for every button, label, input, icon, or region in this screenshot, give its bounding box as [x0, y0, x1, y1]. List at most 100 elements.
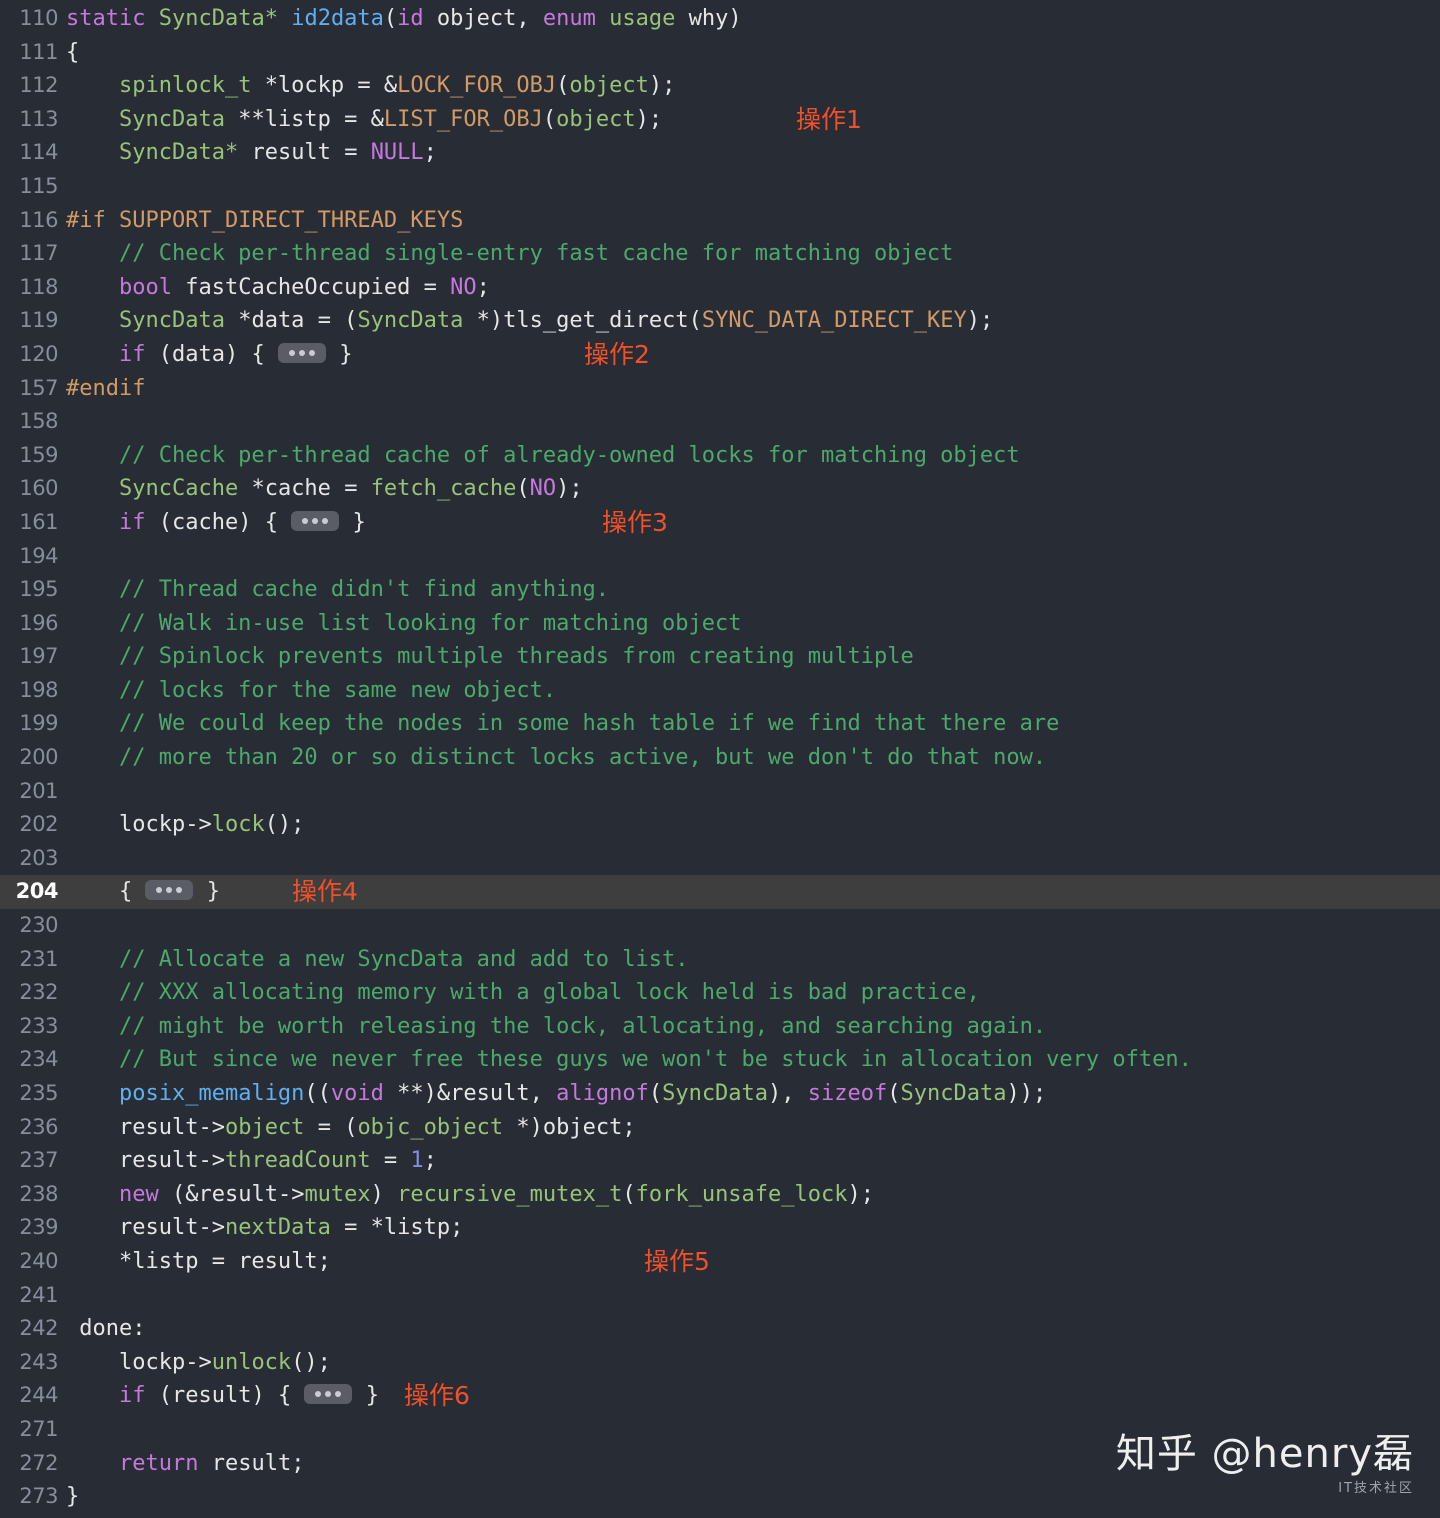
code-line[interactable]: 120 if (data) { } 操作2	[0, 338, 1440, 372]
line-number: 159	[19, 442, 58, 467]
line-number: 118	[19, 274, 58, 299]
code-line[interactable]: 231 // Allocate a new SyncData and add t…	[0, 943, 1440, 977]
code-line[interactable]: 239 result->nextData = *listp;	[0, 1211, 1440, 1245]
code-line[interactable]: 118 bool fastCacheOccupied = NO;	[0, 271, 1440, 305]
line-number: 198	[19, 677, 58, 702]
line-number: 157	[19, 375, 58, 400]
line-content: // We could keep the nodes in some hash …	[66, 711, 1060, 737]
line-content: // Spinlock prevents multiple threads fr…	[66, 644, 914, 670]
annotation-label: 操作1	[796, 104, 862, 134]
line-content: // locks for the same new object.	[66, 677, 557, 703]
collapsed-block-icon[interactable]	[277, 342, 326, 363]
code-line[interactable]: 115	[0, 170, 1440, 204]
line-number: 244	[19, 1383, 58, 1408]
line-number: 242	[19, 1316, 58, 1341]
line-content	[66, 1413, 1440, 1447]
line-number: 158	[19, 409, 58, 434]
line-content	[66, 775, 1440, 809]
collapsed-block-icon[interactable]	[291, 510, 340, 531]
line-number: 113	[19, 106, 58, 131]
line-number-active: 204	[15, 879, 59, 904]
code-line[interactable]: 240 *listp = result; 操作5	[0, 1245, 1440, 1279]
code-line[interactable]: 202 lockp->lock();	[0, 808, 1440, 842]
line-number: 194	[19, 543, 58, 568]
code-line[interactable]: 234 // But since we never free these guy…	[0, 1043, 1440, 1077]
code-line[interactable]: 203	[0, 842, 1440, 876]
line-number: 161	[19, 509, 58, 534]
line-number: 116	[19, 207, 58, 232]
code-line[interactable]: 233 // might be worth releasing the lock…	[0, 1010, 1440, 1044]
line-number: 230	[19, 913, 58, 938]
line-content: }	[66, 1484, 80, 1510]
code-line[interactable]: 158	[0, 405, 1440, 439]
collapsed-block-icon[interactable]	[145, 880, 194, 901]
code-line[interactable]: 271	[0, 1413, 1440, 1447]
code-line[interactable]: 114 SyncData* result = NULL;	[0, 136, 1440, 170]
code-editor-content[interactable]: 110 static SyncData* id2data(id object, …	[0, 0, 1440, 1514]
code-line[interactable]: 272 return result;	[0, 1447, 1440, 1481]
code-line[interactable]: 195 // Thread cache didn't find anything…	[0, 573, 1440, 607]
line-content	[66, 909, 1440, 943]
code-line[interactable]: 117 // Check per-thread single-entry fas…	[0, 237, 1440, 271]
code-line[interactable]: 236 result->object = (objc_object *)obje…	[0, 1111, 1440, 1145]
code-line[interactable]: 111 {	[0, 36, 1440, 70]
line-content: result->threadCount = 1;	[118, 1148, 437, 1174]
code-line[interactable]: 238 new (&result->mutex) recursive_mutex…	[0, 1178, 1440, 1212]
code-line[interactable]: 159 // Check per-thread cache of already…	[0, 439, 1440, 473]
code-line[interactable]: 110 static SyncData* id2data(id object, …	[0, 2, 1440, 36]
line-content: if (result) { } 操作6	[66, 1379, 1440, 1413]
line-number: 201	[19, 778, 58, 803]
line-number: 239	[19, 1215, 58, 1240]
line-content: // XXX allocating memory with a global l…	[66, 980, 980, 1006]
line-number: 199	[19, 711, 58, 736]
code-line[interactable]: 198 // locks for the same new object.	[0, 674, 1440, 708]
code-line[interactable]: 157 #endif	[0, 372, 1440, 406]
code-line[interactable]: 199 // We could keep the nodes in some h…	[0, 707, 1440, 741]
code-line[interactable]: 194	[0, 540, 1440, 574]
line-number: 236	[19, 1114, 58, 1139]
line-content: if (cache) { } 操作3	[66, 506, 1440, 540]
line-content: posix_memalign((void **)&result, alignof…	[118, 1081, 1047, 1106]
code-line[interactable]: 196 // Walk in-use list looking for matc…	[0, 607, 1440, 641]
code-line[interactable]: 232 // XXX allocating memory with a glob…	[0, 976, 1440, 1010]
line-number: 241	[19, 1282, 58, 1307]
line-number: 238	[19, 1181, 58, 1206]
code-line[interactable]: 273 }	[0, 1480, 1440, 1514]
line-number: 112	[19, 73, 58, 98]
collapsed-block-icon[interactable]	[304, 1384, 353, 1405]
line-number: 202	[19, 812, 58, 837]
code-line[interactable]: 119 SyncData *data = (SyncData *)tls_get…	[0, 304, 1440, 338]
line-content: #if SUPPORT_DIRECT_THREAD_KEYS	[66, 207, 464, 233]
code-line[interactable]: 241	[0, 1279, 1440, 1313]
code-line[interactable]: 160 SyncCache *cache = fetch_cache(NO);	[0, 472, 1440, 506]
line-content	[66, 405, 1440, 439]
line-content: #endif	[66, 375, 146, 401]
code-screenshot: 110 static SyncData* id2data(id object, …	[0, 0, 1440, 1518]
code-line[interactable]: 200 // more than 20 or so distinct locks…	[0, 741, 1440, 775]
code-line[interactable]: 230	[0, 909, 1440, 943]
code-line[interactable]: 201	[0, 775, 1440, 809]
code-line[interactable]: 197 // Spinlock prevents multiple thread…	[0, 640, 1440, 674]
line-number: 117	[19, 241, 58, 266]
code-line[interactable]: 116 #if SUPPORT_DIRECT_THREAD_KEYS	[0, 204, 1440, 238]
line-number: 271	[19, 1416, 58, 1441]
code-line[interactable]: 242 done:	[0, 1312, 1440, 1346]
code-line[interactable]: 112 spinlock_t *lockp = &LOCK_FOR_OBJ(ob…	[0, 69, 1440, 103]
line-content: result->object = (objc_object *)object;	[118, 1114, 636, 1140]
code-line[interactable]: 161 if (cache) { } 操作3	[0, 506, 1440, 540]
code-line[interactable]: 237 result->threadCount = 1;	[0, 1144, 1440, 1178]
line-number: 195	[19, 577, 58, 602]
code-line-active[interactable]: 204 { } 操作4	[0, 875, 1440, 910]
code-line[interactable]: 243 lockp->unlock();	[0, 1346, 1440, 1380]
line-number: 114	[19, 140, 58, 165]
line-content: lockp->lock();	[118, 812, 305, 838]
code-line[interactable]: 235 posix_memalign((void **)&result, ali…	[0, 1077, 1440, 1111]
line-content: SyncData *data = (SyncData *)tls_get_dir…	[118, 308, 994, 334]
code-line[interactable]: 244 if (result) { } 操作6	[0, 1379, 1440, 1413]
code-line[interactable]: 113 SyncData **listp = &LIST_FOR_OBJ(obj…	[0, 103, 1440, 137]
line-content: new (&result->mutex) recursive_mutex_t(f…	[118, 1181, 875, 1207]
line-content: // Thread cache didn't find anything.	[66, 577, 610, 603]
line-number: 203	[19, 845, 58, 870]
annotation-label: 操作4	[292, 877, 358, 907]
line-number: 235	[19, 1081, 58, 1105]
